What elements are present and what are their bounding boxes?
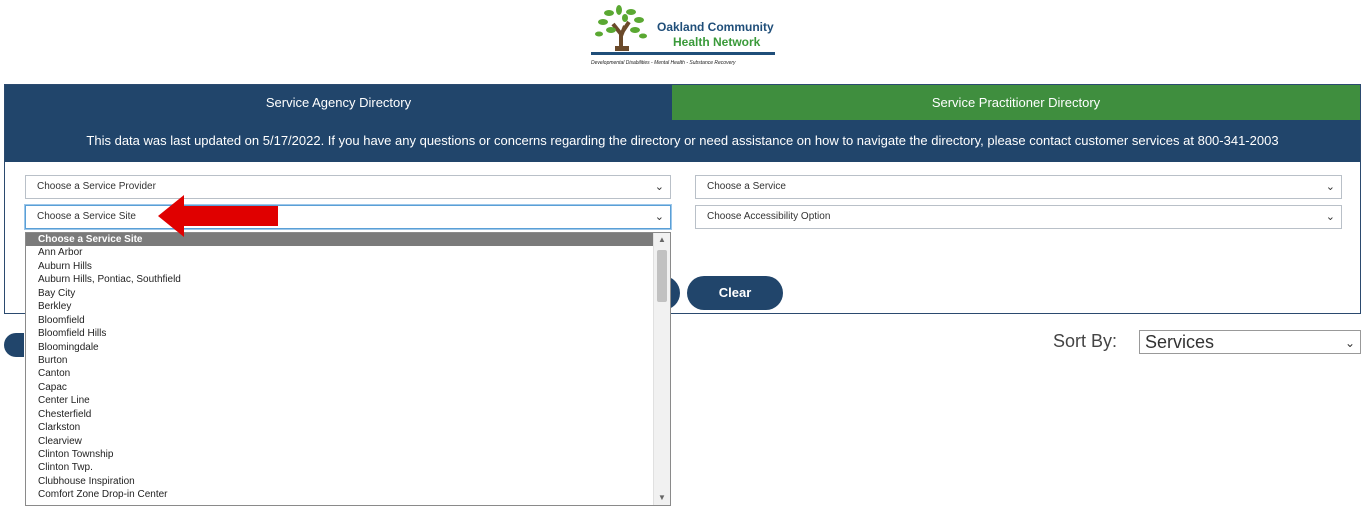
chevron-down-icon: ⌄ (1325, 181, 1335, 193)
scroll-up-icon[interactable]: ▲ (654, 233, 670, 247)
red-arrow-icon (158, 195, 278, 237)
sort-by-select[interactable]: Services ⌄ (1139, 330, 1361, 354)
dropdown-option[interactable]: Bay City (26, 287, 654, 300)
dropdown-option[interactable]: Clinton Twp. (26, 461, 654, 474)
dropdown-option[interactable]: Burton (26, 354, 654, 367)
dropdown-option[interactable]: Clinton Township (26, 448, 654, 461)
dropdown-option[interactable]: Ann Arbor (26, 246, 654, 259)
logo-title-line1: Oakland Community (657, 20, 774, 34)
chevron-down-icon: ⌄ (1325, 211, 1335, 223)
logo-tagline: Developmental Disabilities - Mental Heal… (591, 60, 736, 66)
dropdown-option[interactable]: Center Line (26, 394, 654, 407)
dropdown-option[interactable]: Canton (26, 367, 654, 380)
service-provider-select[interactable]: Choose a Service Provider ⌄ (25, 175, 671, 199)
dropdown-option[interactable]: Clarkston (26, 421, 654, 434)
dropdown-option[interactable]: Capac (26, 381, 654, 394)
sort-by-value: Services (1145, 332, 1215, 352)
update-notice: This data was last updated on 5/17/2022.… (5, 120, 1360, 162)
dropdown-option[interactable]: Chesterfield (26, 408, 654, 421)
chevron-down-icon: ⌄ (654, 211, 664, 223)
accessibility-select[interactable]: Choose Accessibility Option ⌄ (695, 205, 1342, 229)
logo-rule (591, 52, 775, 55)
sort-by-label: Sort By: (1053, 331, 1118, 351)
service-provider-value: Choose a Service Provider (37, 181, 156, 192)
hidden-pill-button[interactable] (4, 333, 24, 357)
dropdown-option[interactable]: Clearview (26, 435, 654, 448)
chevron-down-icon: ⌄ (1344, 336, 1355, 350)
scroll-down-icon[interactable]: ▼ (654, 491, 670, 505)
directory-tabs: Service Agency Directory Service Practit… (5, 85, 1360, 120)
tree-logo-icon (595, 5, 647, 51)
logo: Oakland Community Health Network Develop… (591, 4, 777, 70)
dropdown-option[interactable]: Auburn Hills, Pontiac, Southfield (26, 273, 654, 286)
service-site-value: Choose a Service Site (37, 211, 136, 222)
dropdown-option-selected[interactable]: Choose a Service Site (26, 233, 654, 247)
tab-service-agency[interactable]: Service Agency Directory (5, 85, 672, 120)
dropdown-option[interactable]: Auburn Hills (26, 260, 654, 273)
clear-button[interactable]: Clear (687, 276, 783, 310)
service-select[interactable]: Choose a Service ⌄ (695, 175, 1342, 199)
dropdown-option[interactable]: Comfort Zone Drop-in Center (26, 488, 654, 501)
dropdown-option[interactable]: Bloomfield (26, 314, 654, 327)
chevron-down-icon: ⌄ (654, 181, 664, 193)
logo-title-line2: Health Network (673, 35, 761, 49)
service-site-select[interactable]: Choose a Service Site ⌄ (25, 205, 671, 229)
dropdown-option[interactable]: Bloomfield Hills (26, 327, 654, 340)
service-site-dropdown[interactable]: Choose a Service Site Ann Arbor Auburn Hil… (25, 232, 671, 506)
dropdown-scrollbar[interactable]: ▲ ▼ (653, 233, 670, 505)
dropdown-option[interactable]: Bloomingdale (26, 341, 654, 354)
tab-service-practitioner[interactable]: Service Practitioner Directory (672, 85, 1360, 120)
accessibility-value: Choose Accessibility Option (707, 211, 831, 222)
service-value: Choose a Service (707, 181, 786, 192)
dropdown-list: Choose a Service Site Ann Arbor Auburn Hil… (26, 233, 654, 502)
scrollbar-thumb[interactable] (657, 250, 667, 302)
dropdown-option[interactable]: Berkley (26, 300, 654, 313)
dropdown-option[interactable]: Clubhouse Inspiration (26, 475, 654, 488)
